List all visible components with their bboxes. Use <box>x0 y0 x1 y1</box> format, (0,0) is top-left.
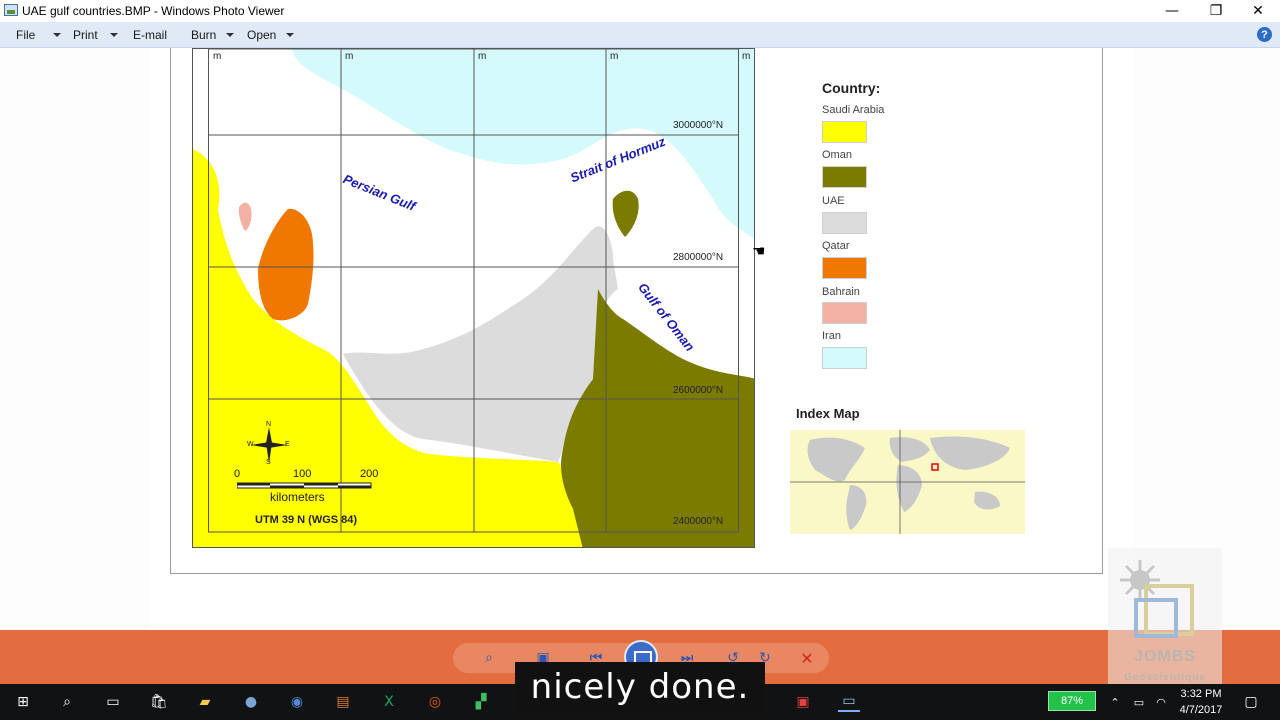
compass-w: W <box>247 441 254 448</box>
compass-s: S <box>266 459 271 466</box>
photo-viewer-taskbar-icon[interactable]: ▭ <box>838 692 860 712</box>
legend-swatch-iran <box>822 347 867 369</box>
browser-icon[interactable]: ◉ <box>286 692 308 712</box>
clock[interactable]: 3:32 PM 4/7/2017 <box>1176 686 1226 718</box>
northing-label: 2600000°N <box>673 385 724 396</box>
world-map-drawing <box>790 430 1025 534</box>
clock-date: 4/7/2017 <box>1179 704 1223 716</box>
clock-time: 3:32 PM <box>1180 688 1222 700</box>
chevron-down-icon <box>226 33 235 37</box>
grid-tick-label: m <box>478 51 487 62</box>
battery-indicator[interactable]: 87% <box>1048 691 1096 711</box>
zoom-icon[interactable]: ⌕ <box>478 647 500 669</box>
compass-n: N <box>266 421 272 428</box>
chevron-down-icon <box>109 33 118 37</box>
legend-swatch-oman <box>822 166 867 188</box>
menu-burn-label: Burn <box>191 28 217 42</box>
globe-app-icon[interactable]: ● <box>240 692 262 712</box>
excel-icon[interactable]: X <box>378 692 400 712</box>
menu-bar: File Print E-mail Burn Open ? <box>0 22 1280 48</box>
scale-tick-200: 200 <box>360 468 379 480</box>
map-panel: m m m m m 3000000°N 2800000°N 2600000°N … <box>192 48 755 548</box>
grid-tick-label: m <box>742 51 751 62</box>
app-icon[interactable]: ▤ <box>332 692 354 712</box>
watermark-brand: JOMBS <box>1134 648 1196 665</box>
firefox-icon[interactable]: ◎ <box>424 692 446 712</box>
index-map-title: Index Map <box>796 406 860 421</box>
search-icon[interactable]: ⌕ <box>56 692 78 712</box>
legend-swatch-bahrain <box>822 302 867 324</box>
menu-email[interactable]: E-mail <box>133 28 167 42</box>
notifications-icon[interactable]: ▢ <box>1240 692 1262 712</box>
grid-tick-label: m <box>213 51 222 62</box>
window-title: UAE gulf countries.BMP - Windows Photo V… <box>22 4 285 18</box>
hand-cursor-icon: ☚ <box>752 242 766 260</box>
legend-name-saudi: Saudi Arabia <box>822 104 885 116</box>
minimize-button[interactable]: — <box>1150 0 1194 22</box>
photo-viewer-app-icon <box>4 4 18 16</box>
northing-label: 2800000°N <box>673 252 724 263</box>
projection-label: UTM 39 N (WGS 84) <box>255 514 358 526</box>
title-bar: UAE gulf countries.BMP - Windows Photo V… <box>0 0 1280 22</box>
restore-button[interactable]: ❐ <box>1194 0 1238 22</box>
red-app-icon[interactable]: ▣ <box>792 692 814 712</box>
menu-file-label: File <box>16 28 36 42</box>
watermark-emblem <box>1120 560 1194 638</box>
close-button[interactable]: ✕ <box>1236 0 1280 22</box>
legend-name-oman: Oman <box>822 149 852 161</box>
menu-print-label: Print <box>73 28 98 42</box>
legend-name-uae: UAE <box>822 195 845 207</box>
viewport-margin-left <box>0 48 150 630</box>
store-icon[interactable]: 🛍 <box>148 692 170 712</box>
index-map <box>790 430 1025 534</box>
chevron-down-icon <box>53 33 62 37</box>
chevron-up-icon[interactable]: ⌃ <box>1104 692 1126 712</box>
northing-label: 2400000°N <box>673 516 724 527</box>
northing-label: 3000000°N <box>673 120 724 131</box>
menu-burn[interactable]: Burn <box>191 28 235 42</box>
menu-file[interactable]: File <box>16 28 62 42</box>
legend-swatch-saudi <box>822 121 867 143</box>
wifi-icon[interactable]: ◠ <box>1150 692 1172 712</box>
menu-email-label: E-mail <box>133 28 168 42</box>
uae-map-drawing <box>193 49 754 547</box>
windows-start-icon[interactable]: ⊞ <box>12 692 34 712</box>
legend-name-bahrain: Bahrain <box>822 286 860 298</box>
legend-name-qatar: Qatar <box>822 240 850 252</box>
scale-tick-0: 0 <box>234 468 241 480</box>
compass-e: E <box>285 441 290 448</box>
scale-bar <box>237 482 372 489</box>
menu-print[interactable]: Print <box>73 28 118 42</box>
legend-title: Country: <box>822 80 881 96</box>
grid-tick-label: m <box>610 51 619 62</box>
legend-name-iran: Iran <box>822 330 841 342</box>
watermark-tagline: Geoscientique <box>1124 672 1206 683</box>
legend-swatch-uae <box>822 212 867 234</box>
video-caption: nicely done. <box>515 662 765 712</box>
battery-icon[interactable]: ▭ <box>1128 692 1150 712</box>
delete-icon[interactable]: ✕ <box>796 647 818 669</box>
viewport-margin-right <box>1134 48 1280 630</box>
green-app-icon[interactable]: ▞ <box>470 692 492 712</box>
file-explorer-icon[interactable]: ▰ <box>194 692 216 712</box>
menu-open-label: Open <box>247 28 277 42</box>
grid-tick-label: m <box>345 51 354 62</box>
scale-tick-100: 100 <box>293 468 312 480</box>
task-view-icon[interactable]: ▭ <box>102 692 124 712</box>
chevron-down-icon <box>286 33 295 37</box>
help-icon[interactable]: ? <box>1257 27 1272 42</box>
menu-open[interactable]: Open <box>247 28 295 42</box>
legend-swatch-qatar <box>822 257 867 279</box>
watermark-logo: JOMBS Geoscientique <box>1108 548 1222 688</box>
scale-unit: kilometers <box>270 490 325 504</box>
